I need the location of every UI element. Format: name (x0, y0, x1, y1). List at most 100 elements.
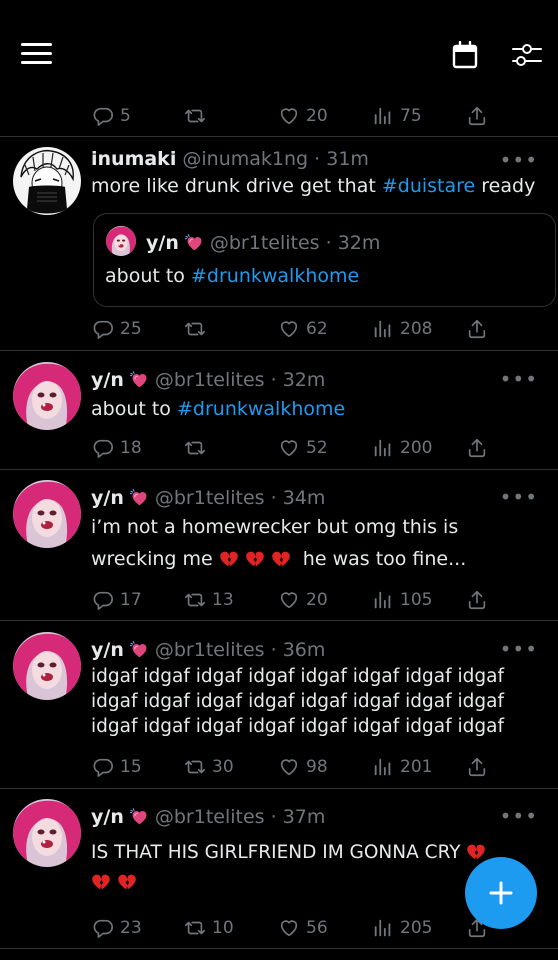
timestamp: · 36m (270, 639, 326, 661)
retweet-button[interactable] (184, 104, 212, 128)
tweet-actions: 5 20 75 (92, 104, 492, 128)
share-icon (466, 589, 488, 611)
retweet-button[interactable] (184, 436, 212, 460)
tweet-text-line: idgaf idgaf idgaf idgaf idgaf idgaf idga… (91, 716, 504, 737)
display-name[interactable]: inumaki (91, 148, 176, 170)
reply-count: 15 (120, 757, 142, 777)
like-button[interactable]: 98 (278, 755, 328, 779)
retweet-count: 13 (212, 590, 234, 610)
avatar[interactable] (13, 147, 81, 215)
share-button[interactable] (466, 317, 494, 341)
views-button[interactable]: 200 (372, 436, 432, 460)
retweet-button[interactable]: 13 (184, 588, 234, 612)
sparkling-heart-icon (130, 808, 149, 825)
more-options-icon[interactable]: ••• (500, 637, 538, 661)
calendar-icon[interactable] (452, 41, 478, 69)
hashtag-link[interactable]: #duistare (382, 175, 475, 197)
quoted-header: y/n @br1telites · 32m (146, 232, 380, 258)
retweet-button[interactable] (184, 317, 212, 341)
share-button[interactable] (466, 436, 494, 460)
handle[interactable]: @br1telites (155, 369, 265, 391)
quoted-text: about to #drunkwalkhome (105, 261, 555, 291)
reply-button[interactable]: 23 (92, 916, 142, 940)
filter-sliders-icon[interactable] (512, 41, 542, 69)
display-name[interactable]: y/n (91, 806, 124, 828)
divider (0, 620, 558, 621)
like-icon (278, 105, 300, 127)
retweet-button[interactable]: 10 (184, 916, 234, 940)
views-icon (372, 917, 394, 939)
broken-heart-icon (117, 872, 137, 891)
display-name[interactable]: y/n (91, 369, 124, 391)
tweet-text: about to #drunkwalkhome (91, 394, 541, 424)
avatar[interactable] (13, 632, 81, 700)
handle[interactable]: @br1telites (155, 487, 265, 509)
sparkling-heart-icon (185, 234, 204, 251)
quoted-handle: @br1telites (209, 232, 320, 254)
views-button[interactable]: 75 (372, 104, 422, 128)
like-button[interactable]: 56 (278, 916, 328, 940)
like-button[interactable]: 20 (278, 104, 328, 128)
display-name[interactable]: y/n (91, 639, 124, 661)
reply-button[interactable]: 25 (92, 317, 142, 341)
share-icon (466, 437, 488, 459)
views-button[interactable]: 105 (372, 588, 432, 612)
reply-icon (92, 589, 114, 611)
divider (0, 469, 558, 470)
tweet-text-part: ready (475, 175, 536, 197)
reply-icon (92, 318, 114, 340)
like-button[interactable]: 52 (278, 436, 328, 460)
like-count: 98 (306, 757, 328, 777)
avatar[interactable] (13, 362, 81, 430)
more-options-icon[interactable]: ••• (500, 485, 538, 509)
more-options-icon[interactable]: ••• (500, 804, 538, 828)
hamburger-menu-icon[interactable] (21, 43, 52, 65)
tweet-header: y/n @br1telites · 36m (91, 639, 325, 665)
reply-count: 23 (120, 918, 142, 938)
views-count: 75 (400, 106, 422, 126)
retweet-icon (184, 917, 206, 939)
views-button[interactable]: 208 (372, 317, 432, 341)
views-button[interactable]: 201 (372, 755, 432, 779)
share-icon (466, 756, 488, 778)
sparkling-heart-icon (130, 489, 149, 506)
handle[interactable]: @br1telites (155, 806, 265, 828)
reply-button[interactable]: 18 (92, 436, 142, 460)
share-button[interactable] (466, 104, 494, 128)
share-button[interactable] (466, 755, 494, 779)
tweet-text-part: wrecking me (91, 548, 213, 570)
hashtag-link[interactable]: #drunkwalkhome (191, 265, 359, 287)
like-button[interactable]: 62 (278, 317, 328, 341)
quoted-tweet[interactable]: y/n @br1telites · 32m about to #drunkwalk… (93, 213, 556, 307)
tweet-actions: 17 13 20 105 (92, 588, 492, 612)
retweet-button[interactable]: 30 (184, 755, 234, 779)
divider (0, 948, 558, 949)
display-name[interactable]: y/n (91, 487, 124, 509)
retweet-icon (184, 437, 206, 459)
divider (0, 788, 558, 789)
avatar[interactable] (13, 480, 81, 548)
tweet-text-part: IS THAT HIS GIRLFRIEND IM GONNA CRY (91, 842, 461, 863)
tweet-text: i’m not a homewrecker but omg this is wr… (91, 512, 541, 574)
views-icon (372, 105, 394, 127)
avatar[interactable] (13, 799, 81, 867)
reply-count: 25 (120, 319, 142, 339)
divider (0, 350, 558, 351)
reply-button[interactable]: 17 (92, 588, 142, 612)
hashtag-link[interactable]: #drunkwalkhome (177, 398, 345, 420)
reply-button[interactable]: 15 (92, 755, 142, 779)
like-button[interactable]: 20 (278, 588, 328, 612)
more-options-icon[interactable]: ••• (500, 148, 538, 172)
share-icon (466, 105, 488, 127)
views-button[interactable]: 205 (372, 916, 432, 940)
compose-tweet-button[interactable] (465, 857, 537, 929)
views-count: 105 (400, 590, 433, 610)
handle[interactable]: @inumak1ng (182, 148, 308, 170)
like-count: 20 (306, 106, 328, 126)
tweet-text-part: he was too fine... (302, 548, 467, 570)
reply-button[interactable]: 5 (92, 104, 131, 128)
tweet-header: y/n @br1telites · 34m (91, 487, 325, 513)
handle[interactable]: @br1telites (155, 639, 265, 661)
share-button[interactable] (466, 588, 494, 612)
more-options-icon[interactable]: ••• (500, 367, 538, 391)
